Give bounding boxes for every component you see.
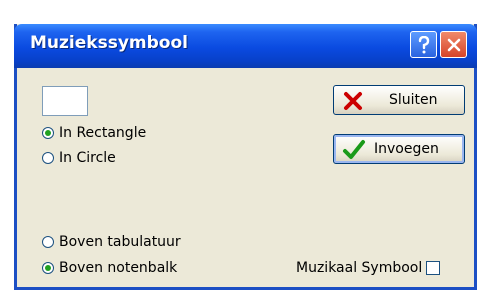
- radio-in-rectangle[interactable]: In Rectangle: [42, 123, 146, 143]
- radio-circle[interactable]: [42, 127, 54, 139]
- close-icon: [447, 38, 460, 51]
- radio-label: In Rectangle: [59, 125, 147, 141]
- question-mark-icon: [418, 35, 429, 53]
- radio-label: Boven tabulatuur: [59, 234, 181, 250]
- checkbox-label: Muzikaal Symbool: [296, 260, 423, 276]
- muzikaal-symbool-checkbox[interactable]: [426, 261, 441, 275]
- radio-label: In Circle: [59, 150, 116, 166]
- insert-label: Invoegen: [374, 141, 439, 157]
- window-title: Muziekssymbool: [30, 33, 188, 53]
- radio-label: Boven notenbalk: [59, 260, 178, 276]
- radio-circle[interactable]: [42, 236, 54, 248]
- muzikaal-symbool-option[interactable]: Muzikaal Symbool: [296, 258, 441, 278]
- green-check-icon: [343, 140, 365, 159]
- symbol-preview-box: [42, 86, 88, 116]
- red-x-icon: [344, 92, 362, 110]
- radio-in-circle[interactable]: In Circle: [42, 148, 116, 168]
- radio-boven-tabulatuur[interactable]: Boven tabulatuur: [42, 232, 181, 252]
- close-button[interactable]: [440, 31, 467, 58]
- close-dialog-label: Sluiten: [389, 92, 438, 108]
- radio-boven-notenbalk[interactable]: Boven notenbalk: [42, 258, 177, 278]
- radio-circle[interactable]: [42, 262, 54, 274]
- help-button[interactable]: [410, 31, 437, 58]
- close-dialog-button[interactable]: Sluiten: [333, 85, 465, 115]
- title-bar[interactable]: Muziekssymbool: [14, 24, 477, 68]
- radio-circle[interactable]: [42, 152, 54, 164]
- insert-button[interactable]: Invoegen: [333, 134, 465, 164]
